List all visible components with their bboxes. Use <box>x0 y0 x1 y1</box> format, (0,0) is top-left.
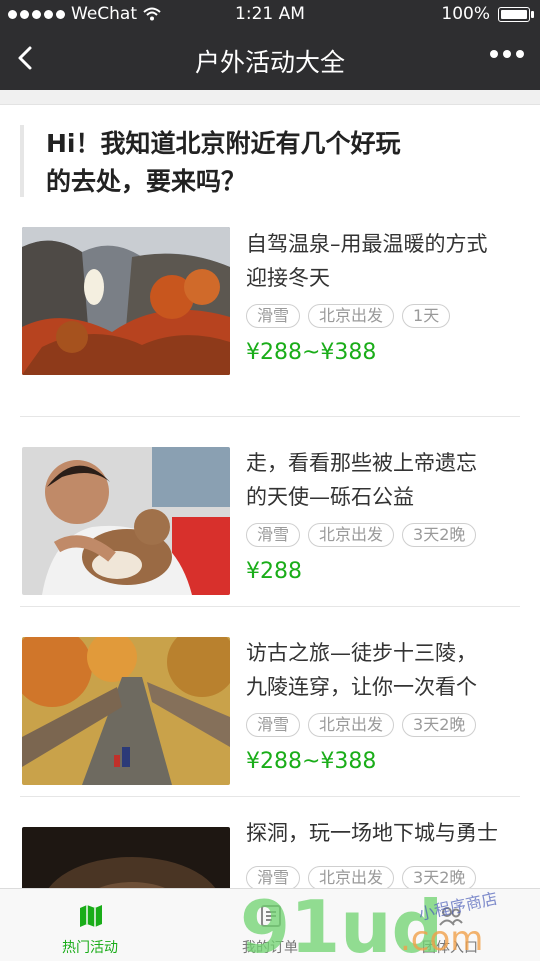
activity-image <box>22 227 230 375</box>
great-wall-photo <box>22 637 230 785</box>
title-line-1: 探洞，玩一场地下城与勇士 <box>246 821 498 845</box>
title-line-1: 走，看看那些被上帝遗忘 <box>246 451 477 475</box>
nav-bar: 户外活动大全 <box>0 28 540 90</box>
tag-item: 滑雪 <box>246 304 301 328</box>
tag-item: 滑雪 <box>246 523 301 547</box>
tab-label: 热门活动 <box>62 940 118 956</box>
tag-item: 3天2晚 <box>402 523 477 547</box>
title-line-1: 自驾温泉–用最温暖的方式 <box>246 232 488 256</box>
title-line-2: 的天使—砾石公益 <box>246 485 414 509</box>
tab-label: 团体入口 <box>422 940 478 956</box>
intro-quote: Hi！我知道北京附近有几个好玩 的去处，要来吗？ <box>20 125 540 197</box>
activity-title: 访古之旅—徒步十三陵， 九陵连穿，让你一次看个 <box>246 636 520 704</box>
tag-item: 1天 <box>402 304 451 328</box>
tab-my-orders[interactable]: 我的订单 <box>180 889 360 961</box>
intro-line-1: Hi！我知道北京附近有几个好玩 <box>46 129 401 158</box>
activity-tags: 滑雪 北京出发 1天 <box>246 304 451 328</box>
tab-hot-activities[interactable]: 热门活动 <box>0 889 180 961</box>
activity-list-page[interactable]: Hi！我知道北京附近有几个好玩 的去处，要来吗？ 自驾温泉–用最温暖的方式 迎接… <box>0 90 540 888</box>
tag-item: 北京出发 <box>308 304 395 328</box>
tab-label: 我的订单 <box>242 940 298 956</box>
intro-line-2: 的去处，要来吗？ <box>46 167 247 196</box>
tag-item: 3天2晚 <box>402 866 477 888</box>
activity-card[interactable]: 自驾温泉–用最温暖的方式 迎接冬天 滑雪 北京出发 1天 ¥288~¥388 <box>20 227 520 417</box>
more-icon[interactable] <box>490 50 524 58</box>
activity-card[interactable]: 走，看看那些被上帝遗忘 的天使—砾石公益 滑雪 北京出发 3天2晚 ¥288 <box>20 417 520 607</box>
tag-item: 滑雪 <box>246 866 301 888</box>
order-icon <box>261 905 281 927</box>
page-title: 户外活动大全 <box>194 48 345 77</box>
activity-card[interactable]: 探洞，玩一场地下城与勇士 滑雪 北京出发 3天2晚 <box>20 797 520 888</box>
tab-group-entry[interactable]: 团体入口 <box>360 889 540 961</box>
activity-title: 自驾温泉–用最温暖的方式 迎接冬天 <box>246 227 520 295</box>
activity-tags: 滑雪 北京出发 3天2晚 <box>246 523 477 547</box>
tag-item: 北京出发 <box>308 523 395 547</box>
tag-item: 北京出发 <box>308 866 395 888</box>
activity-title: 探洞，玩一场地下城与勇士 <box>246 816 520 850</box>
status-bar: WeChat 1:21 AM 100% <box>0 0 540 28</box>
title-line-2: 九陵连穿，让你一次看个 <box>246 675 477 699</box>
battery-status: 100% <box>441 4 534 24</box>
activity-image <box>22 637 230 785</box>
tag-item: 北京出发 <box>308 713 395 737</box>
cave-photo <box>22 827 230 888</box>
activity-image <box>22 447 230 595</box>
title-line-1: 访古之旅—徒步十三陵， <box>246 641 477 665</box>
tab-bar: 热门活动 我的订单 团体入口 <box>0 888 540 961</box>
activity-price: ¥288~¥388 <box>246 340 377 365</box>
activity-tags: 滑雪 北京出发 3天2晚 <box>246 866 477 888</box>
top-divider <box>0 90 540 105</box>
autumn-cliff-photo <box>22 227 230 375</box>
map-icon <box>80 905 102 927</box>
activity-price: ¥288~¥388 <box>246 749 377 774</box>
battery-label: 100% <box>441 4 490 24</box>
group-icon <box>439 907 463 926</box>
activity-price: ¥288 <box>246 559 302 584</box>
activity-card[interactable]: 访古之旅—徒步十三陵， 九陵连穿，让你一次看个 滑雪 北京出发 3天2晚 ¥28… <box>20 607 520 797</box>
tag-item: 滑雪 <box>246 713 301 737</box>
tag-item: 3天2晚 <box>402 713 477 737</box>
activity-tags: 滑雪 北京出发 3天2晚 <box>246 713 477 737</box>
title-line-2: 迎接冬天 <box>246 266 330 290</box>
activity-title: 走，看看那些被上帝遗忘 的天使—砾石公益 <box>246 446 520 514</box>
child-with-dog-photo <box>22 447 230 595</box>
battery-icon <box>498 6 534 22</box>
activity-image <box>22 827 230 888</box>
